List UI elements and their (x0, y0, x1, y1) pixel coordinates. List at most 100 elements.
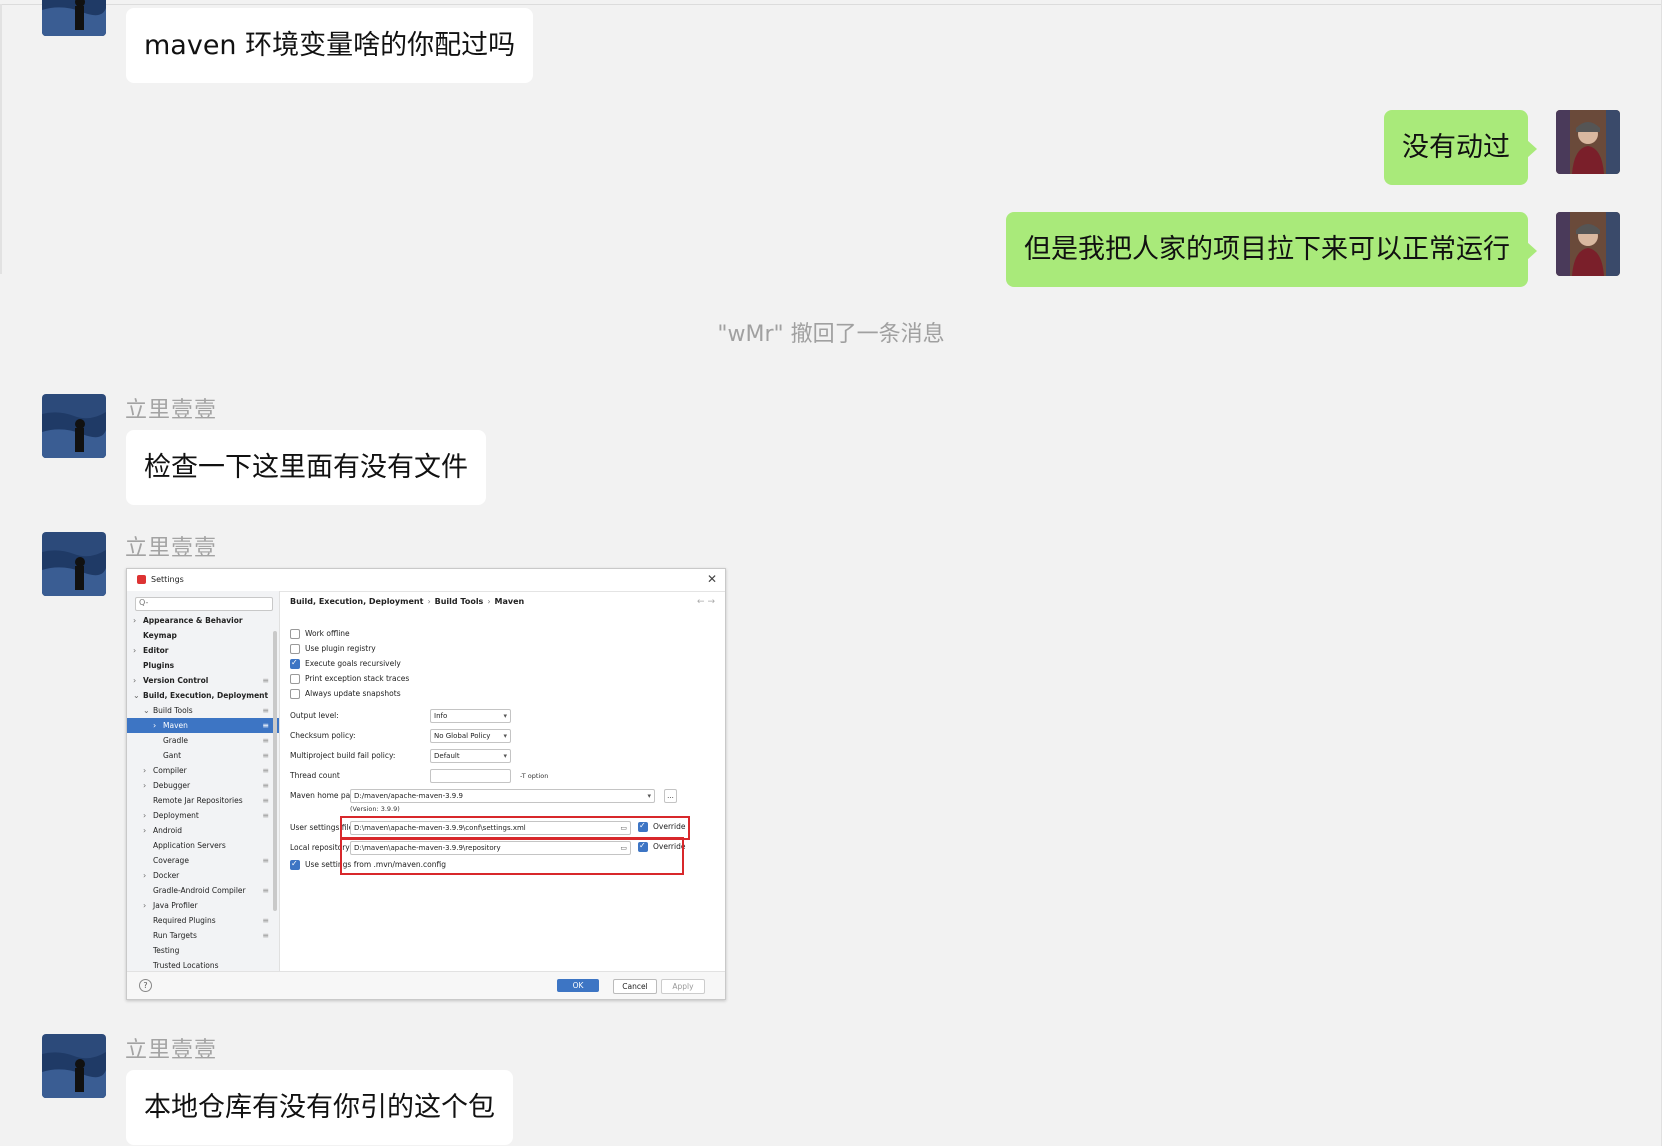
chevron-down-icon: ▾ (503, 752, 507, 760)
tree-item-label: Compiler (153, 766, 187, 775)
tree-item-label: Appearance & Behavior (143, 616, 243, 625)
output-level-select: Info ▾ (430, 709, 511, 723)
checkbox-print-exception: Print exception stack traces (290, 674, 409, 686)
tree-item-label: Maven (163, 721, 188, 730)
tree-item-label: Gradle-Android Compiler (153, 886, 246, 895)
tree-item: Required Plugins ≡ (127, 913, 279, 928)
settings-scope-icon: ≡ (262, 736, 269, 745)
recall-notice: "wMr" 撤回了一条消息 (717, 322, 945, 347)
tree-item-label: Editor (143, 646, 169, 655)
tree-item: Remote Jar Repositories ≡ (127, 793, 279, 808)
maven-version: (Version: 3.9.9) (350, 805, 400, 813)
avatar[interactable] (42, 394, 106, 458)
settings-search: Q- (135, 597, 273, 611)
settings-scope-icon: ≡ (262, 781, 269, 790)
left-divider (0, 4, 2, 274)
select-value: Default (434, 752, 460, 760)
message-bubble[interactable]: 检查一下这里面有没有文件 (126, 430, 486, 505)
browse-button: ... (664, 789, 677, 803)
avatar[interactable] (42, 532, 106, 596)
tree-item-label: Debugger (153, 781, 191, 790)
settings-scope-icon: ≡ (262, 916, 269, 925)
chevron-icon: ⌄ (143, 706, 150, 715)
breadcrumb-item: Build Tools (434, 597, 484, 606)
checkbox-box (290, 674, 300, 684)
nav-arrows: ← → (697, 597, 715, 607)
chevron-icon: › (143, 871, 147, 880)
message-bubble[interactable]: 本地仓库有没有你引的这个包 (126, 1070, 513, 1145)
tree-item-label: Build Tools (153, 706, 193, 715)
settings-scope-icon: ≡ (262, 811, 269, 820)
breadcrumb-sep: › (487, 597, 491, 606)
thread-count-input (430, 769, 511, 783)
tree-item: › Editor (127, 643, 279, 658)
maven-home-input: D:/maven/apache-maven-3.9.9 ▾ (350, 789, 655, 803)
chevron-icon: › (133, 616, 137, 625)
checkbox-label: Work offline (305, 629, 350, 638)
tree-item: Application Servers (127, 838, 279, 853)
checksum-policy-label: Checksum policy: (290, 731, 356, 740)
tree-item-label: Gant (163, 751, 182, 760)
tree-item: › Docker (127, 868, 279, 883)
settings-sidebar: Q- › Appearance & Behavior Keymap › Editor Pl… (127, 591, 280, 971)
thread-count-label: Thread count (290, 771, 340, 780)
settings-scope-icon: ≡ (262, 706, 269, 715)
output-level-label: Output level: (290, 711, 339, 720)
tree-item-label: Run Targets (153, 931, 197, 940)
checkbox-box (290, 644, 300, 654)
settings-scope-icon: ≡ (262, 676, 269, 685)
chevron-icon: › (143, 826, 147, 835)
tree-item: › Version Control ≡ (127, 673, 279, 688)
tree-item-label: Android (153, 826, 182, 835)
checkbox-plugin-registry: Use plugin registry (290, 644, 376, 656)
multiproject-select: Default ▾ (430, 749, 511, 763)
checksum-policy-select: No Global Policy ▾ (430, 729, 511, 743)
tree-item-label: Required Plugins (153, 916, 216, 925)
settings-scope-icon: ≡ (262, 886, 269, 895)
checkbox-label: Always update snapshots (305, 689, 401, 698)
settings-footer: ? OK Cancel Apply (127, 971, 725, 999)
settings-title: Settings (151, 575, 184, 584)
tree-item: Gradle ≡ (127, 733, 279, 748)
chevron-icon: › (133, 676, 137, 685)
tree-item-label: Plugins (143, 661, 175, 670)
tree-item-label: Build, Execution, Deployment (143, 691, 269, 700)
message-bubble[interactable]: maven 环境变量啥的你配过吗 (126, 8, 534, 83)
tree-item-label: Docker (153, 871, 180, 880)
tree-item-label: Version Control (143, 676, 209, 685)
tree-item-label: Testing (153, 946, 180, 955)
avatar[interactable] (42, 1034, 106, 1098)
chevron-down-icon: ▾ (503, 732, 507, 740)
settings-main: Build, Execution, Deployment › Build Tools… (280, 591, 725, 971)
tree-item: Testing (127, 943, 279, 958)
checkbox-label: Execute goals recursively (305, 659, 401, 668)
select-value: Info (434, 712, 448, 720)
message-bubble[interactable]: 但是我把人家的项目拉下来可以正常运行 (1006, 212, 1537, 287)
avatar[interactable] (1556, 212, 1620, 276)
tree-item: Coverage ≡ (127, 853, 279, 868)
avatar[interactable] (42, 0, 106, 36)
settings-scope-icon: ≡ (262, 931, 269, 940)
apply-button: Apply (661, 979, 705, 994)
tree-item-label: Remote Jar Repositories (153, 796, 243, 805)
settings-scope-icon: ≡ (262, 796, 269, 805)
multiproject-label: Multiproject build fail policy: (290, 751, 396, 760)
checkbox-box (290, 859, 300, 870)
breadcrumb-item: Maven (494, 597, 525, 606)
chevron-icon: › (133, 646, 137, 655)
message-bubble[interactable]: 没有动过 (1384, 110, 1537, 185)
highlight-box-local-repo (340, 837, 684, 875)
tree-item: › Appearance & Behavior (127, 613, 279, 628)
chevron-icon: › (143, 901, 147, 910)
checkbox-execute-goals: Execute goals recursively (290, 658, 401, 671)
checkbox-box (290, 658, 300, 669)
tree-item: › Maven ≡ (127, 718, 279, 733)
settings-screenshot-image[interactable]: Settings ✕ Q- › Appearance & Behavior Keym… (126, 568, 726, 1000)
app-icon (137, 575, 146, 584)
tree-item-label: Gradle (163, 736, 188, 745)
avatar[interactable] (1556, 110, 1620, 174)
checkbox-box (290, 629, 300, 639)
top-divider (0, 4, 1662, 5)
chevron-down-icon: ▾ (647, 792, 651, 800)
chevron-down-icon: ▾ (503, 712, 507, 720)
